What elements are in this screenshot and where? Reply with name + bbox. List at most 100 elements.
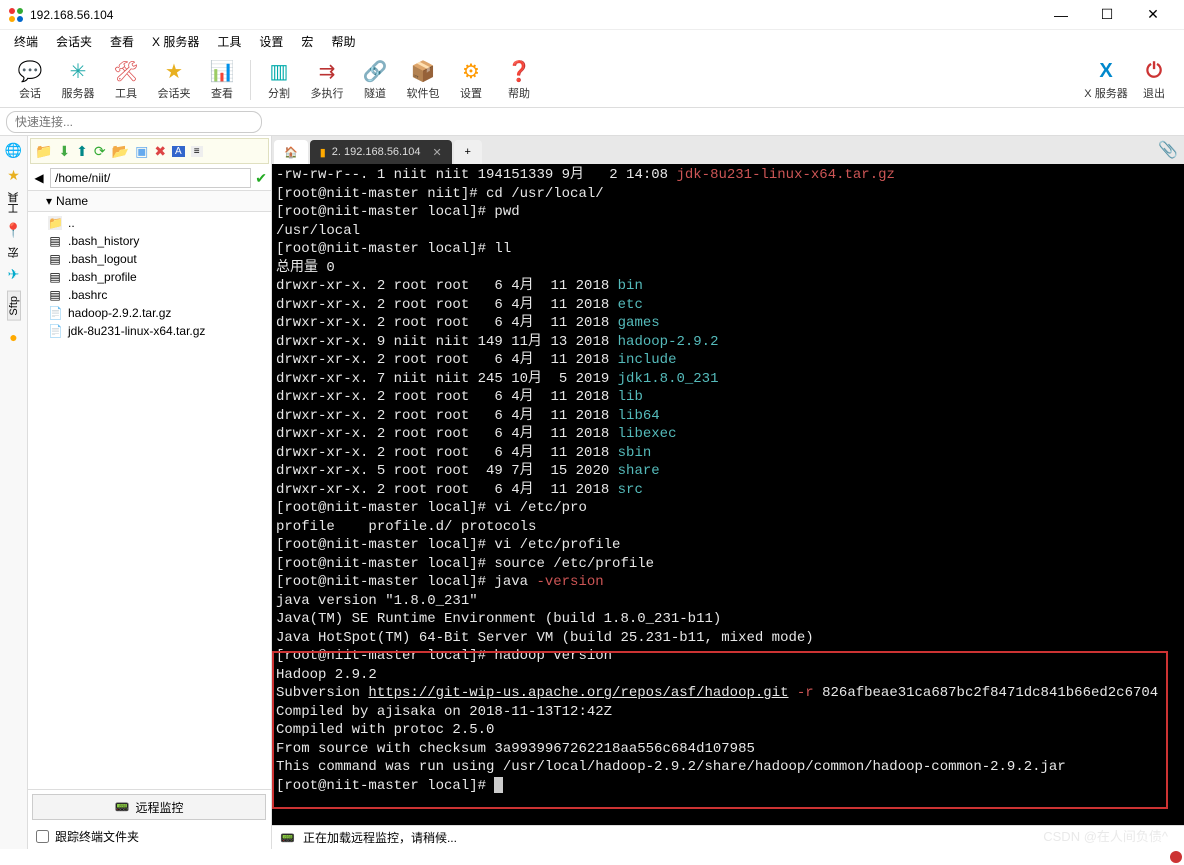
upload-icon[interactable]: ⬆ <box>76 143 88 160</box>
follow-checkbox[interactable] <box>36 830 49 843</box>
menu-2[interactable]: 查看 <box>102 31 142 52</box>
tab-session[interactable]: ▮ 2. 192.168.56.104 ✕ <box>310 140 452 164</box>
toolbar-隧道[interactable]: 🔗隧道 <box>351 59 399 101</box>
toolbar-X 服务器[interactable]: XX 服务器 <box>1082 59 1130 101</box>
toolbar-分割[interactable]: ▥分割 <box>255 59 303 101</box>
minimize-button[interactable]: — <box>1038 7 1084 23</box>
ok-icon: ✔ <box>255 170 267 187</box>
globe-icon[interactable]: 🌐 <box>5 142 22 159</box>
file-row[interactable]: ▤.bashrc <box>34 286 265 304</box>
delete-icon[interactable]: ✖ <box>154 143 166 160</box>
sidebar-bottom: 📟 远程监控 跟踪终端文件夹 <box>28 789 271 849</box>
pin-icon[interactable]: 📍 <box>5 222 22 239</box>
remote-monitor-button[interactable]: 📟 远程监控 <box>32 794 266 820</box>
file-icon: ▤ <box>48 270 62 284</box>
remote-monitor-label: 远程监控 <box>135 799 183 816</box>
toolbar-label: 设置 <box>460 85 482 101</box>
toolbar-服务器[interactable]: ✳服务器 <box>54 59 102 101</box>
tools-icon[interactable]: 工具 <box>6 192 22 214</box>
letter-icon[interactable]: A <box>172 146 185 157</box>
tabs: 🏠 ▮ 2. 192.168.56.104 ✕ + <box>272 136 1184 164</box>
toolbar-label: 会话夹 <box>158 85 191 101</box>
path-input[interactable] <box>50 168 251 188</box>
toolbar-label: 工具 <box>115 85 137 101</box>
home-icon: 🏠 <box>284 146 298 159</box>
close-button[interactable]: ✕ <box>1130 6 1176 23</box>
menu-3[interactable]: X 服务器 <box>144 31 207 52</box>
dot-icon[interactable]: ● <box>9 329 17 345</box>
star-icon[interactable]: ★ <box>7 167 20 184</box>
file-row[interactable]: 📄hadoop-2.9.2.tar.gz <box>34 304 265 322</box>
updir-row[interactable]: 📁 .. <box>34 214 265 232</box>
toolbar-帮助[interactable]: ❓帮助 <box>495 59 543 101</box>
terminal[interactable]: -rw-rw-r--. 1 niit niit 194151339 9月 2 1… <box>272 164 1184 825</box>
expand-icon[interactable]: ▾ <box>46 194 52 208</box>
send-icon[interactable]: ✈ <box>8 266 20 283</box>
file-list: 📁 .. ▤.bash_history▤.bash_logout▤.bash_p… <box>28 212 271 789</box>
toolbar-label: 服务器 <box>62 85 95 101</box>
refresh-icon[interactable]: ⟳ <box>94 143 106 160</box>
toolbar: 💬会话✳服务器🛠工具★会话夹📊查看▥分割⇉多执行🔗隧道📦软件包⚙设置❓帮助XX … <box>0 52 1184 108</box>
toolbar-退出[interactable]: ⏻退出 <box>1130 59 1178 101</box>
terminal-icon: ▮ <box>320 146 326 159</box>
highlight-box <box>272 651 1168 809</box>
download-icon[interactable]: ⬇ <box>58 143 70 160</box>
file-row[interactable]: ▤.bash_history <box>34 232 265 250</box>
back-icon[interactable]: ◀ <box>32 171 46 185</box>
tab-new[interactable]: + <box>454 140 482 164</box>
quick-connect-input[interactable] <box>6 111 262 133</box>
menu-6[interactable]: 宏 <box>293 31 321 52</box>
file-name: jdk-8u231-linux-x64.tar.gz <box>68 324 205 338</box>
left-sidebar: 🌐 ★ 工具 📍 宏 ✈ Sftp ● <box>0 136 28 849</box>
file-row[interactable]: ▤.bash_logout <box>34 250 265 268</box>
menubar: 终端会话夹查看X 服务器工具设置宏帮助 <box>0 30 1184 52</box>
toolbar-工具[interactable]: 🛠工具 <box>102 59 150 101</box>
status-icon: 📟 <box>280 831 295 845</box>
toolbar-icon: ▥ <box>270 59 289 85</box>
menu-0[interactable]: 终端 <box>6 31 46 52</box>
toolbar-软件包[interactable]: 📦软件包 <box>399 59 447 101</box>
app-icon <box>8 7 24 23</box>
text-icon[interactable]: ≡ <box>191 146 203 157</box>
newfolder-icon[interactable]: 📂 <box>112 143 129 160</box>
file-row[interactable]: ▤ .bash_profile <box>34 268 265 286</box>
toolbar-label: 隧道 <box>364 85 386 101</box>
toolbar-label: X 服务器 <box>1084 85 1127 101</box>
toolbar-会话夹[interactable]: ★会话夹 <box>150 59 198 101</box>
follow-label: 跟踪终端文件夹 <box>55 828 139 845</box>
updir-icon: 📁 <box>48 216 62 230</box>
maximize-button[interactable]: ☐ <box>1084 6 1130 23</box>
window-title: 192.168.56.104 <box>30 8 1038 22</box>
toolbar-多执行[interactable]: ⇉多执行 <box>303 59 351 101</box>
menu-4[interactable]: 工具 <box>209 31 249 52</box>
file-header[interactable]: ▾ Name <box>28 190 271 212</box>
tab-home[interactable]: 🏠 <box>274 140 308 164</box>
toolbar-icon: 🛠 <box>113 59 138 85</box>
macro-icon[interactable]: 宏 <box>6 247 22 258</box>
file-name: .bash_profile <box>68 270 137 284</box>
sftp-tab[interactable]: Sftp <box>7 291 21 321</box>
status-text: 正在加载远程监控，请稍候... <box>303 829 457 846</box>
toolbar-icon: X <box>1099 59 1112 85</box>
toolbar-设置[interactable]: ⚙设置 <box>447 59 495 101</box>
menu-1[interactable]: 会话夹 <box>48 31 100 52</box>
plus-icon: + <box>464 146 470 158</box>
attachment-icon[interactable]: 📎 <box>1158 140 1178 160</box>
toolbar-icon: ❓ <box>507 59 532 85</box>
quick-connect-bar <box>0 108 1184 136</box>
file-row[interactable]: 📄jdk-8u231-linux-x64.tar.gz <box>34 322 265 340</box>
menu-5[interactable]: 设置 <box>251 31 291 52</box>
toolbar-icon: 💬 <box>18 59 43 85</box>
file-name: .bash_logout <box>68 252 137 266</box>
menu-7[interactable]: 帮助 <box>323 31 363 52</box>
file-icon: ▤ <box>48 288 62 302</box>
toolbar-icon: 📦 <box>411 59 436 85</box>
tab-close-icon[interactable]: ✕ <box>432 146 441 159</box>
toolbar-label: 软件包 <box>407 85 440 101</box>
toolbar-会话[interactable]: 💬会话 <box>6 59 54 101</box>
titlebar: 192.168.56.104 — ☐ ✕ <box>0 0 1184 30</box>
toolbar-查看[interactable]: 📊查看 <box>198 59 246 101</box>
folder-icon[interactable]: 📁 <box>35 143 52 160</box>
watermark: CSDN @在人间负债^ <box>1043 826 1168 845</box>
copy-icon[interactable]: ▣ <box>135 143 148 160</box>
